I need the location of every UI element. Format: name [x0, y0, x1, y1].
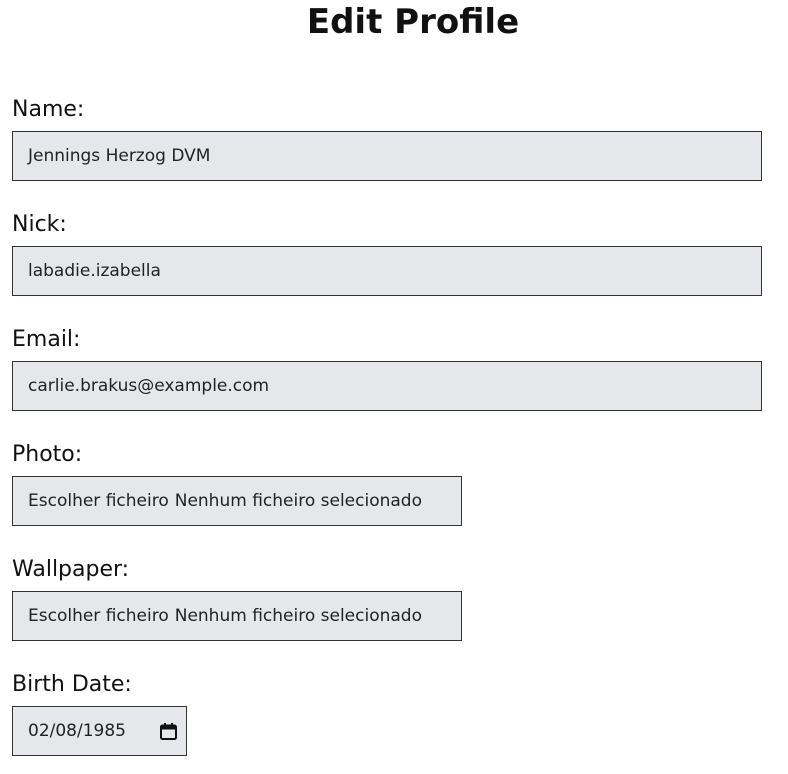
name-input-value: Jennings Herzog DVM [28, 146, 211, 166]
email-input-value: carlie.brakus@example.com [28, 376, 270, 396]
nick-label: Nick: [12, 212, 67, 237]
wallpaper-field-group: Wallpaper: Escolher ficheiro Nenhum fich… [12, 556, 462, 641]
nick-input-value: labadie.izabella [28, 261, 161, 281]
photo-file-input[interactable]: Escolher ficheiro Nenhum ficheiro seleci… [12, 476, 462, 526]
wallpaper-choose-file-button[interactable]: Escolher ficheiro [28, 606, 169, 626]
wallpaper-label: Wallpaper: [12, 557, 130, 582]
email-field-group: Email: carlie.brakus@example.com [12, 326, 762, 411]
nick-input[interactable]: labadie.izabella [12, 246, 762, 296]
email-label: Email: [12, 327, 81, 352]
name-input[interactable]: Jennings Herzog DVM [12, 131, 762, 181]
birth-date-label: Birth Date: [12, 672, 132, 697]
birth-date-value: 02/08/1985 [28, 721, 126, 741]
calendar-icon[interactable] [159, 722, 178, 741]
birth-date-field-group: Birth Date: 02/08/1985 [12, 671, 187, 756]
name-label: Name: [12, 97, 85, 122]
birth-date-input[interactable]: 02/08/1985 [12, 706, 187, 756]
photo-field-group: Photo: Escolher ficheiro Nenhum ficheiro… [12, 441, 462, 526]
name-field-group: Name: Jennings Herzog DVM [12, 96, 762, 181]
wallpaper-file-status: Nenhum ficheiro selecionado [174, 606, 422, 626]
email-input[interactable]: carlie.brakus@example.com [12, 361, 762, 411]
edit-profile-page: Edit Profile Name: Jennings Herzog DVM N… [0, 0, 788, 774]
nick-field-group: Nick: labadie.izabella [12, 211, 762, 296]
photo-choose-file-button[interactable]: Escolher ficheiro [28, 491, 169, 511]
photo-file-status: Nenhum ficheiro selecionado [174, 491, 422, 511]
photo-label: Photo: [12, 442, 83, 467]
wallpaper-file-input[interactable]: Escolher ficheiro Nenhum ficheiro seleci… [12, 591, 462, 641]
page-title: Edit Profile [306, 2, 520, 42]
